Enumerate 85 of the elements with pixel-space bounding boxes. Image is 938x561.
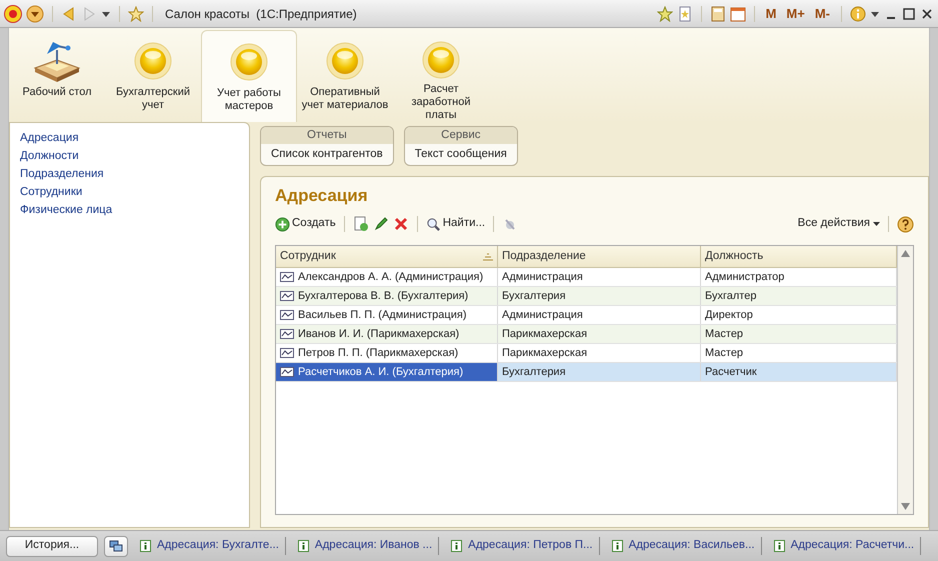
table-row[interactable]: Александров А. А. (Администрация) Администрация Администратор bbox=[276, 268, 897, 287]
navigation-link[interactable]: Адресация bbox=[20, 130, 249, 146]
record-icon bbox=[280, 348, 294, 358]
table-cell: Бухгалтерова В. В. (Бухгалтерия) bbox=[276, 287, 498, 305]
table-cell: Александров А. А. (Администрация) bbox=[276, 268, 498, 286]
table-cell: Парикмахерская bbox=[498, 344, 701, 362]
navigation-link[interactable]: Физические лица bbox=[20, 202, 249, 218]
memory-button[interactable]: M- bbox=[812, 4, 833, 24]
table-cell: Бухгалтерия bbox=[498, 363, 701, 381]
table-cell: Парикмахерская bbox=[498, 325, 701, 343]
pencil-icon[interactable] bbox=[372, 216, 389, 232]
info-icon bbox=[451, 540, 462, 552]
table-cell: Расчетчиков А. И. (Бухгалтерия) bbox=[276, 363, 498, 381]
scrollbar[interactable] bbox=[897, 246, 913, 514]
command-link[interactable]: Текст сообщения bbox=[404, 144, 517, 164]
scroll-up-icon[interactable] bbox=[901, 250, 910, 257]
search-icon bbox=[426, 216, 441, 232]
logo-icon[interactable] bbox=[4, 4, 22, 22]
sphere-icon bbox=[133, 41, 173, 81]
info-icon bbox=[612, 540, 623, 552]
section-tab[interactable]: Бухгалтерский учет bbox=[105, 30, 201, 122]
bookmark-icon[interactable] bbox=[676, 6, 693, 22]
column-header[interactable]: Подразделение bbox=[498, 246, 701, 267]
info-icon[interactable] bbox=[850, 6, 866, 22]
record-icon bbox=[280, 367, 294, 377]
delete-icon[interactable] bbox=[392, 216, 409, 232]
sphere-icon bbox=[421, 40, 461, 80]
calculator-icon[interactable] bbox=[710, 6, 726, 22]
table-row[interactable]: Иванов И. И. (Парикмахерская) Парикмахерская Мастер bbox=[276, 325, 897, 344]
window-tab[interactable]: Адресация: Петров П... bbox=[445, 537, 600, 555]
caret-icon bbox=[873, 222, 880, 226]
section-tab[interactable]: Рабочий стол bbox=[9, 30, 105, 122]
copy-icon[interactable] bbox=[352, 216, 369, 232]
history-button[interactable]: История... bbox=[6, 536, 98, 556]
calendar-icon[interactable] bbox=[730, 6, 746, 22]
maximize-icon[interactable] bbox=[902, 6, 916, 20]
table-cell: Администрация bbox=[498, 268, 701, 286]
sphere-icon bbox=[229, 42, 269, 82]
all-actions-button[interactable]: Все действия bbox=[798, 215, 880, 233]
section-tab[interactable]: Учет работы мастеров bbox=[201, 30, 297, 122]
table-row[interactable]: Расчетчиков А. И. (Бухгалтерия) Бухгалтерия Расчетчик bbox=[276, 363, 897, 382]
menu-icon[interactable] bbox=[26, 4, 44, 22]
close-icon[interactable] bbox=[920, 6, 934, 20]
sort-icon bbox=[483, 252, 493, 260]
table-row[interactable]: Петров П. П. (Парикмахерская) Парикмахерская Мастер bbox=[276, 344, 897, 363]
record-icon bbox=[280, 329, 294, 339]
info-icon bbox=[140, 540, 151, 552]
star-icon[interactable] bbox=[656, 6, 673, 22]
info-icon bbox=[774, 540, 785, 552]
section-tab[interactable]: Расчет заработной платы bbox=[393, 30, 489, 122]
table-row[interactable]: Бухгалтерова В. В. (Бухгалтерия) Бухгалтерия Бухгалтер bbox=[276, 287, 897, 306]
table-cell: Петров П. П. (Парикмахерская) bbox=[276, 344, 498, 362]
scroll-down-icon[interactable] bbox=[901, 503, 910, 510]
section-tab[interactable]: Оперативный учет материалов bbox=[297, 30, 393, 122]
sphere-icon bbox=[325, 41, 365, 81]
create-button[interactable]: Создать bbox=[275, 215, 336, 233]
group-title: Отчеты bbox=[261, 127, 393, 144]
find-button[interactable]: Найти... bbox=[426, 215, 486, 233]
window-tab[interactable]: Адресация: Иванов ... bbox=[292, 537, 440, 555]
navigation-link[interactable]: Подразделения bbox=[20, 166, 249, 182]
window-tab[interactable]: Адресация: Васильев... bbox=[606, 537, 762, 555]
form-title: Адресация bbox=[275, 185, 369, 207]
memory-button[interactable]: M+ bbox=[783, 4, 808, 24]
star-icon[interactable] bbox=[128, 6, 144, 22]
table-cell: Васильев П. П. (Администрация) bbox=[276, 306, 498, 324]
info-icon bbox=[298, 540, 309, 552]
window-title: Салон красоты (1С:Предприятие) bbox=[165, 6, 357, 22]
window-tab[interactable]: Адресация: Бухгалте... bbox=[134, 537, 286, 555]
help-icon[interactable] bbox=[897, 216, 914, 232]
record-icon bbox=[280, 310, 294, 320]
navigation-link[interactable]: Должности bbox=[20, 148, 249, 164]
command-link[interactable]: Список контрагентов bbox=[261, 144, 393, 164]
table-cell: Бухгалтерия bbox=[498, 287, 701, 305]
group-title: Сервис bbox=[404, 127, 517, 144]
table-cell: Администрация bbox=[498, 306, 701, 324]
window-tab[interactable]: Адресация: Расчетчи... bbox=[768, 537, 922, 555]
memory-button[interactable]: M bbox=[762, 4, 780, 24]
windows-icon[interactable] bbox=[104, 536, 128, 556]
record-icon bbox=[280, 291, 294, 301]
column-header[interactable]: Сотрудник bbox=[276, 246, 498, 267]
navigation-link[interactable]: Сотрудники bbox=[20, 184, 249, 200]
record-icon bbox=[280, 272, 294, 282]
plus-icon bbox=[275, 216, 290, 232]
table-row[interactable]: Васильев П. П. (Администрация) Администрация Директор bbox=[276, 306, 897, 325]
table-cell: Иванов И. И. (Парикмахерская) bbox=[276, 325, 498, 343]
